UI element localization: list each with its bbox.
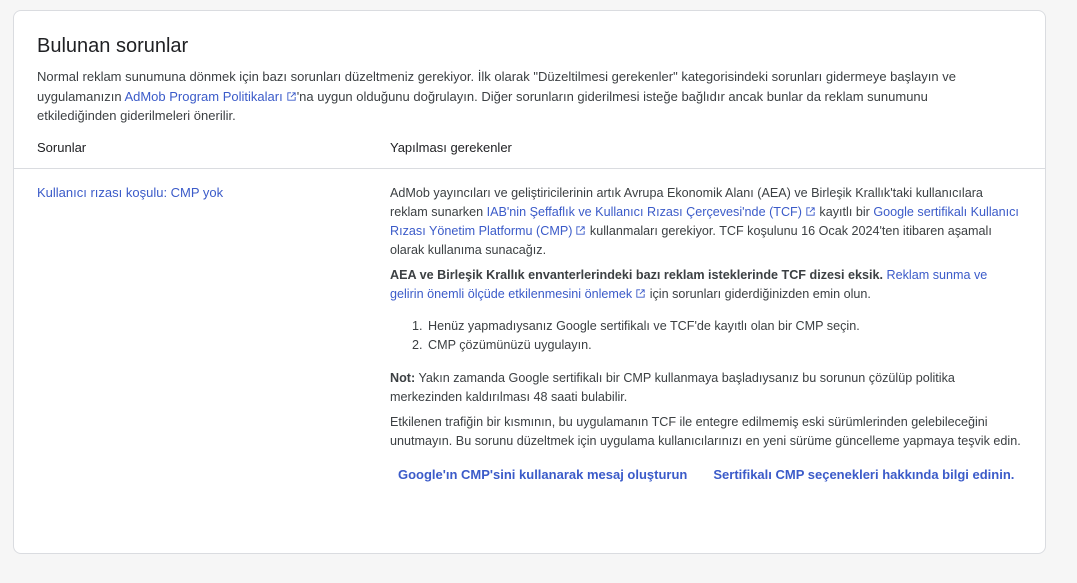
actions-paragraph-4: Etkilenen trafiğin bir kısmının, bu uygu… [390, 415, 1021, 448]
admob-policies-link-label: AdMob Program Politikaları [124, 88, 283, 104]
external-link-icon [805, 206, 816, 217]
page-title: Bulunan sorunlar [37, 35, 189, 57]
learn-more-button[interactable]: Sertifikalı CMP seçenekleri hakkında bil… [713, 467, 1014, 482]
list-item: Henüz yapmadıysanız Google sertifikalı v… [426, 317, 1022, 336]
page-description: Normal reklam sunumuna dönmek için bazı … [37, 67, 987, 126]
note-paragraph: Not: Yakın zamanda Google sertifikalı bi… [390, 369, 1022, 407]
column-header-actions: Yapılması gerekenler [390, 140, 512, 155]
issue-title-link[interactable]: Kullanıcı rızası koşulu: CMP yok [37, 185, 223, 200]
column-header-issues: Sorunlar [37, 140, 87, 155]
list-item: CMP çözümünüzü uygulayın. [426, 336, 1022, 355]
action-buttons: Google'ın CMP'sini kullanarak mesaj oluş… [390, 467, 1022, 482]
note-label: Not: [390, 371, 416, 385]
steps-list: Henüz yapmadıysanız Google sertifikalı v… [390, 317, 1022, 355]
external-link-icon [286, 91, 297, 102]
actions-paragraph-1: AdMob yayıncıları ve geliştiricilerinin … [390, 184, 1022, 260]
p2-text-2: için sorunları giderdiğinizden emin olun… [646, 287, 871, 301]
p2-bold-text: AEA ve Birleşik Krallık envanterlerindek… [390, 268, 884, 282]
issues-card: Bulunan sorunlar Normal reklam sunumuna … [13, 10, 1046, 554]
actions-paragraph-2: AEA ve Birleşik Krallık envanterlerindek… [390, 266, 1022, 304]
note-text: Yakın zamanda Google sertifikalı bir CMP… [390, 371, 955, 404]
actions-panel: AdMob yayıncıları ve geliştiricilerinin … [390, 184, 1022, 482]
table-divider [14, 168, 1045, 169]
p1-text-2: kayıtlı bir [815, 205, 874, 219]
admob-policies-link[interactable]: AdMob Program Politikaları [124, 89, 296, 104]
external-link-icon [575, 225, 586, 236]
create-message-button[interactable]: Google'ın CMP'sini kullanarak mesaj oluş… [398, 467, 687, 482]
external-link-icon [635, 288, 646, 299]
iab-tcf-link-label: IAB'nin Şeffaflık ve Kullanıcı Rızası Çe… [486, 205, 802, 219]
iab-tcf-link[interactable]: IAB'nin Şeffaflık ve Kullanıcı Rızası Çe… [487, 205, 816, 219]
